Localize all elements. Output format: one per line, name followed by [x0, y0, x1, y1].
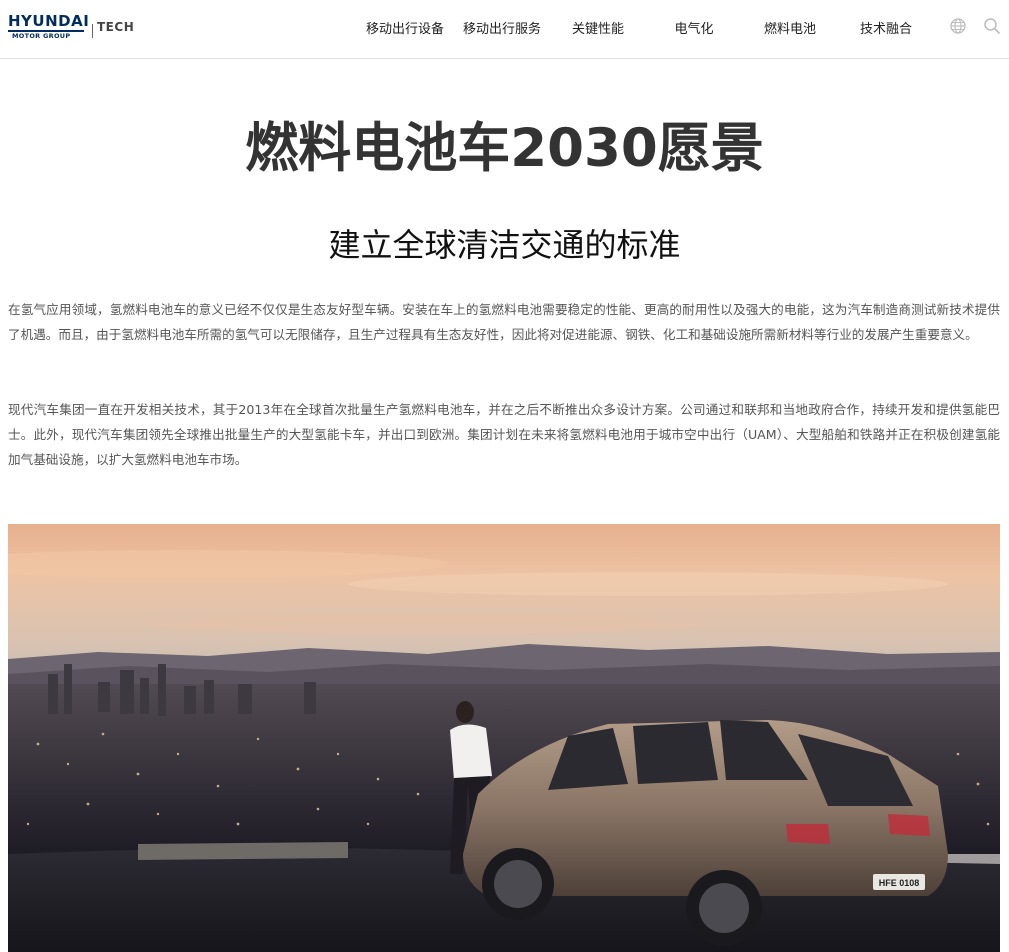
nav-item-mobility-devices[interactable]: 移动出行设备 — [366, 18, 444, 37]
page-title: 燃料电池车2030愿景 — [245, 118, 764, 179]
logo-subtitle: MOTOR GROUP — [12, 32, 71, 40]
license-plate: HFE 0108 — [879, 878, 920, 888]
intro-paragraph-1: 在氢气应用领域，氢燃料电池车的意义已经不仅仅是生态友好型车辆。安装在车上的氢燃料… — [8, 302, 1000, 342]
nav-item-mobility-services[interactable]: 移动出行服务 — [463, 18, 541, 37]
nav-item-fuel-cell[interactable]: 燃料电池 — [764, 18, 816, 37]
search-icon[interactable] — [983, 17, 1001, 35]
site-header: HYUNDAI MOTOR GROUP TECH 移动出行设备 移动出行服务 关… — [0, 0, 1009, 59]
nav-item-key-performance[interactable]: 关键性能 — [572, 18, 624, 37]
logo-tech-label: TECH — [97, 20, 135, 34]
globe-icon[interactable] — [949, 17, 967, 35]
intro-paragraph-2: 现代汽车集团一直在开发相关技术，其于2013年在全球首次批量生产氢燃料电池车，并… — [8, 402, 1000, 467]
hero-image: HFE 0108 — [8, 524, 1000, 952]
logo-wordmark: HYUNDAI — [8, 12, 90, 30]
logo-divider — [92, 24, 93, 38]
nav-item-tech-fusion[interactable]: 技术融合 — [860, 18, 912, 37]
nav-item-electrification[interactable]: 电气化 — [674, 18, 713, 37]
page-subtitle: 建立全球清洁交通的标准 — [328, 226, 681, 264]
